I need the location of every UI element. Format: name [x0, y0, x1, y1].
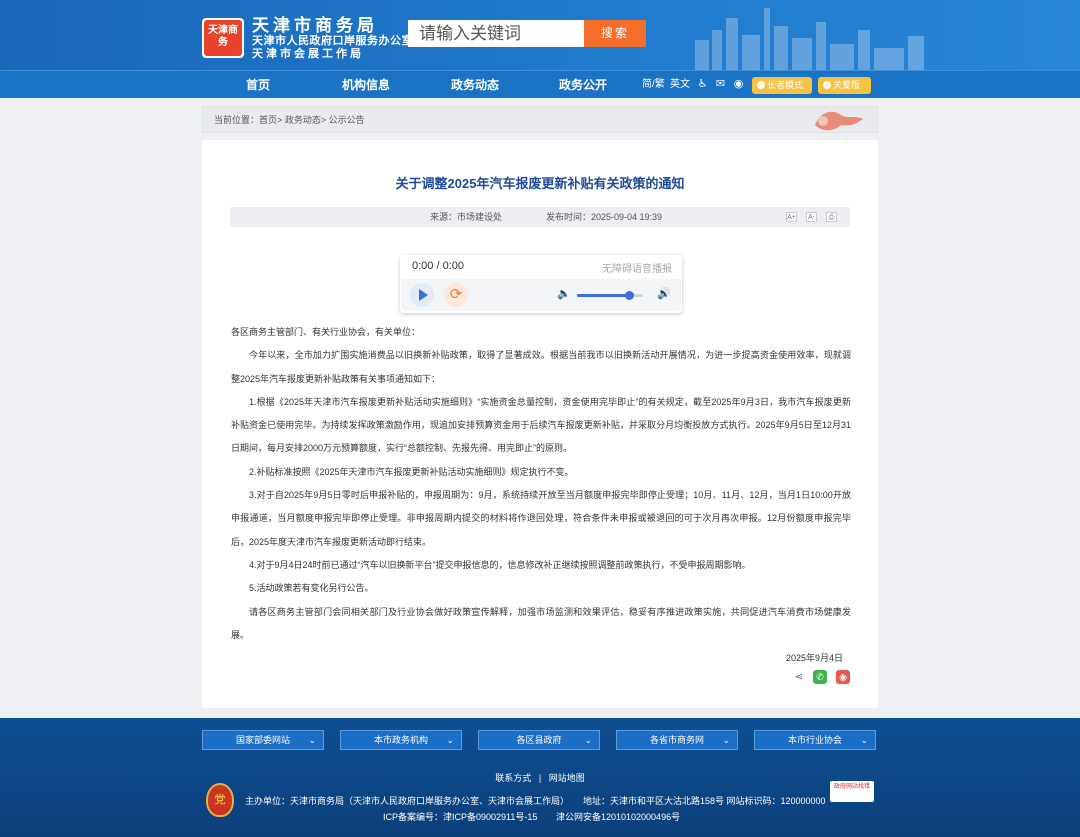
breadcrumb-home[interactable]: 首页: [259, 115, 277, 125]
contact-link[interactable]: 联系方式: [495, 773, 531, 783]
article-paragraph: 4.对于9月4日24时前已通过“汽车以旧换新平台”提交申报信息的，信息修改补正继…: [249, 559, 751, 570]
article-body: 各区商务主管部门、有关行业协会，有关单位： 今年以来，全市加力扩围实施消费品以旧…: [231, 321, 851, 670]
accessibility-icon[interactable]: ♿: [696, 78, 709, 91]
article-card: 关于调整2025年汽车报废更新补贴有关政策的通知 来源：市场建设处 发布时间：2…: [202, 140, 878, 708]
player-label: 无障碍语音播报: [602, 264, 672, 275]
article-meta-bar: 来源：市场建设处 发布时间：2025-09-04 19:39 A+ A- ⎙: [230, 207, 850, 227]
site-header: 天津商务 天津市商务局 天津市人民政府口岸服务办公室 天津市会展工作局 搜索: [0, 0, 1080, 70]
article-title: 关于调整2025年汽车报废更新补贴有关政策的通知: [395, 176, 685, 191]
org-name-primary: 天津市商务局: [252, 16, 378, 35]
footer-links: 联系方式 | 网站地图: [0, 771, 1080, 784]
site-logo[interactable]: 天津商务: [202, 18, 244, 58]
play-button[interactable]: [410, 283, 434, 307]
logo-mark: 天津商务: [204, 20, 242, 56]
volume-slider[interactable]: [577, 291, 643, 300]
weibo-share-icon[interactable]: ◉: [836, 670, 850, 684]
city-skyline-graphic: [695, 8, 924, 70]
chevron-down-icon: ⌄: [446, 735, 454, 745]
footer-host-info: 主办单位：天津市商务局（天津市人民政府口岸服务办公室、天津市会展工作局）: [245, 796, 570, 806]
article-salutation: 各区商务主管部门、有关行业协会，有关单位：: [231, 327, 421, 337]
dropdown-label: 各区县政府: [516, 735, 562, 745]
footer-address: 地址：天津市和平区大沽北路158号 网站标识码：120000000: [583, 796, 826, 806]
breadcrumb-prefix: 当前位置：: [214, 115, 260, 125]
audio-player: 0:00 / 0:00 无障碍语音播报 ⟳ 🔈 🔊: [400, 255, 682, 313]
search-button[interactable]: 搜索: [584, 20, 646, 47]
article-source: 来源：市场建设处: [430, 212, 503, 222]
org-name-tertiary: 天津市会展工作局: [252, 48, 364, 60]
volume-fill: [577, 294, 630, 297]
nav-item-org-info[interactable]: 机构信息: [342, 71, 390, 99]
volume-knob[interactable]: [625, 291, 635, 300]
breadcrumb-gov-news[interactable]: 政务动态: [285, 115, 321, 125]
volume-low-icon[interactable]: 🔈: [557, 287, 571, 300]
breadcrumb-separator: >: [277, 115, 283, 125]
police-record[interactable]: 津公网安备12010102000496号: [556, 810, 680, 823]
article-paragraph: 3.对于自2025年9月5日零时后申报补贴的，申报周期为：9月，系统持续开放至当…: [231, 490, 851, 547]
print-icon[interactable]: ⎙: [826, 212, 837, 222]
loop-icon[interactable]: ⟳: [444, 283, 468, 307]
font-larger-button[interactable]: A+: [786, 212, 797, 222]
footer-link-separator: |: [538, 773, 542, 783]
player-controls: ⟳ 🔈 🔊: [401, 279, 681, 311]
lang-toggle-simplified-traditional[interactable]: 简/繁: [642, 71, 665, 99]
dropdown-label: 各省市商务网: [649, 735, 704, 745]
breadcrumb: 当前位置：首页> 政务动态> 公示公告: [214, 107, 365, 134]
nav-item-home[interactable]: 首页: [246, 71, 270, 99]
mail-icon[interactable]: ✉: [714, 78, 727, 91]
article-paragraph: 1.根据《2025年天津市汽车报废更新补贴活动实施细则》“实施资金总量控制，资金…: [231, 396, 851, 454]
nav-item-gov-news[interactable]: 政务动态: [451, 71, 499, 99]
breadcrumb-announcements[interactable]: 公示公告: [329, 115, 365, 125]
party-emblem-icon[interactable]: 党: [206, 783, 234, 817]
article-paragraph: 2.补贴标准按照《2025年天津市汽车报废更新补贴活动实施细则》规定执行不变。: [249, 466, 574, 477]
sitemap-link[interactable]: 网站地图: [549, 773, 585, 783]
care-version-button[interactable]: 关爱版: [818, 77, 871, 94]
search-input[interactable]: [408, 20, 584, 47]
dropdown-label: 国家部委网站: [235, 735, 290, 745]
article-paragraph: 请各区商务主管部门会同相关部门及行业协会做好政策宣传解释，加强市场监测和效果评估…: [231, 606, 851, 640]
elder-mode-button[interactable]: 长者模式: [752, 77, 812, 94]
article-paragraph: 今年以来，全市加力扩围实施消费品以旧换新补贴政策，取得了显著成效。根据当前我市以…: [231, 350, 851, 384]
gov-site-error-report-badge[interactable]: 政府网站找错: [830, 781, 874, 802]
article-paragraph: 5.活动政策若有变化另行公告。: [249, 583, 374, 594]
weibo-icon[interactable]: ◉: [732, 78, 745, 91]
chevron-down-icon: ⌄: [584, 735, 592, 745]
chevron-down-icon: ⌄: [860, 735, 868, 745]
lang-english-link[interactable]: 英文: [670, 71, 690, 99]
dropdown-label: 本市政务机构: [373, 735, 428, 745]
dragon-decoration-graphic: [815, 111, 863, 131]
footer-dropdown-city-agencies[interactable]: 本市政务机构 ⌄: [340, 730, 462, 750]
breadcrumb-bar: 当前位置：首页> 政务动态> 公示公告: [202, 106, 878, 133]
org-name-secondary: 天津市人民政府口岸服务办公室: [252, 35, 413, 47]
font-smaller-button[interactable]: A-: [806, 212, 817, 222]
breadcrumb-separator: >: [320, 115, 327, 125]
main-nav: 首页 机构信息 政务动态 政务公开 简/繁 英文 ♿ ✉ ◉ 长者模式 关爱版: [0, 70, 1080, 98]
volume-high-icon[interactable]: 🔊: [657, 287, 671, 300]
article-publish-time: 发布时间：2025-09-04 19:39: [546, 212, 663, 222]
site-footer: 国家部委网站 ⌄ 本市政务机构 ⌄ 各区县政府 ⌄ 各省市商务网 ⌄ 本市行业协会 ⌄ 联…: [0, 718, 1080, 837]
article-sign-date: 2025年9月4日: [785, 653, 843, 664]
wechat-share-icon[interactable]: ✆: [813, 670, 827, 684]
footer-dropdown-industry-associations[interactable]: 本市行业协会 ⌄: [754, 730, 876, 750]
player-time: 0:00 / 0:00: [412, 260, 464, 272]
chevron-down-icon: ⌄: [308, 735, 316, 745]
chevron-down-icon: ⌄: [722, 735, 730, 745]
icp-record[interactable]: ICP备案编号：津ICP备09002911号-15: [383, 810, 537, 823]
dropdown-label: 本市行业协会: [787, 735, 842, 745]
footer-dropdown-district-govs[interactable]: 各区县政府 ⌄: [478, 730, 600, 750]
footer-dropdown-ministries[interactable]: 国家部委网站 ⌄: [202, 730, 324, 750]
share-icon[interactable]: ⋖: [792, 670, 806, 684]
org-names: 天津市商务局 天津市人民政府口岸服务办公室 天津市会展工作局: [252, 17, 413, 61]
nav-item-gov-disclosure[interactable]: 政务公开: [559, 71, 607, 99]
footer-dropdown-provincial-commerce[interactable]: 各省市商务网 ⌄: [616, 730, 738, 750]
